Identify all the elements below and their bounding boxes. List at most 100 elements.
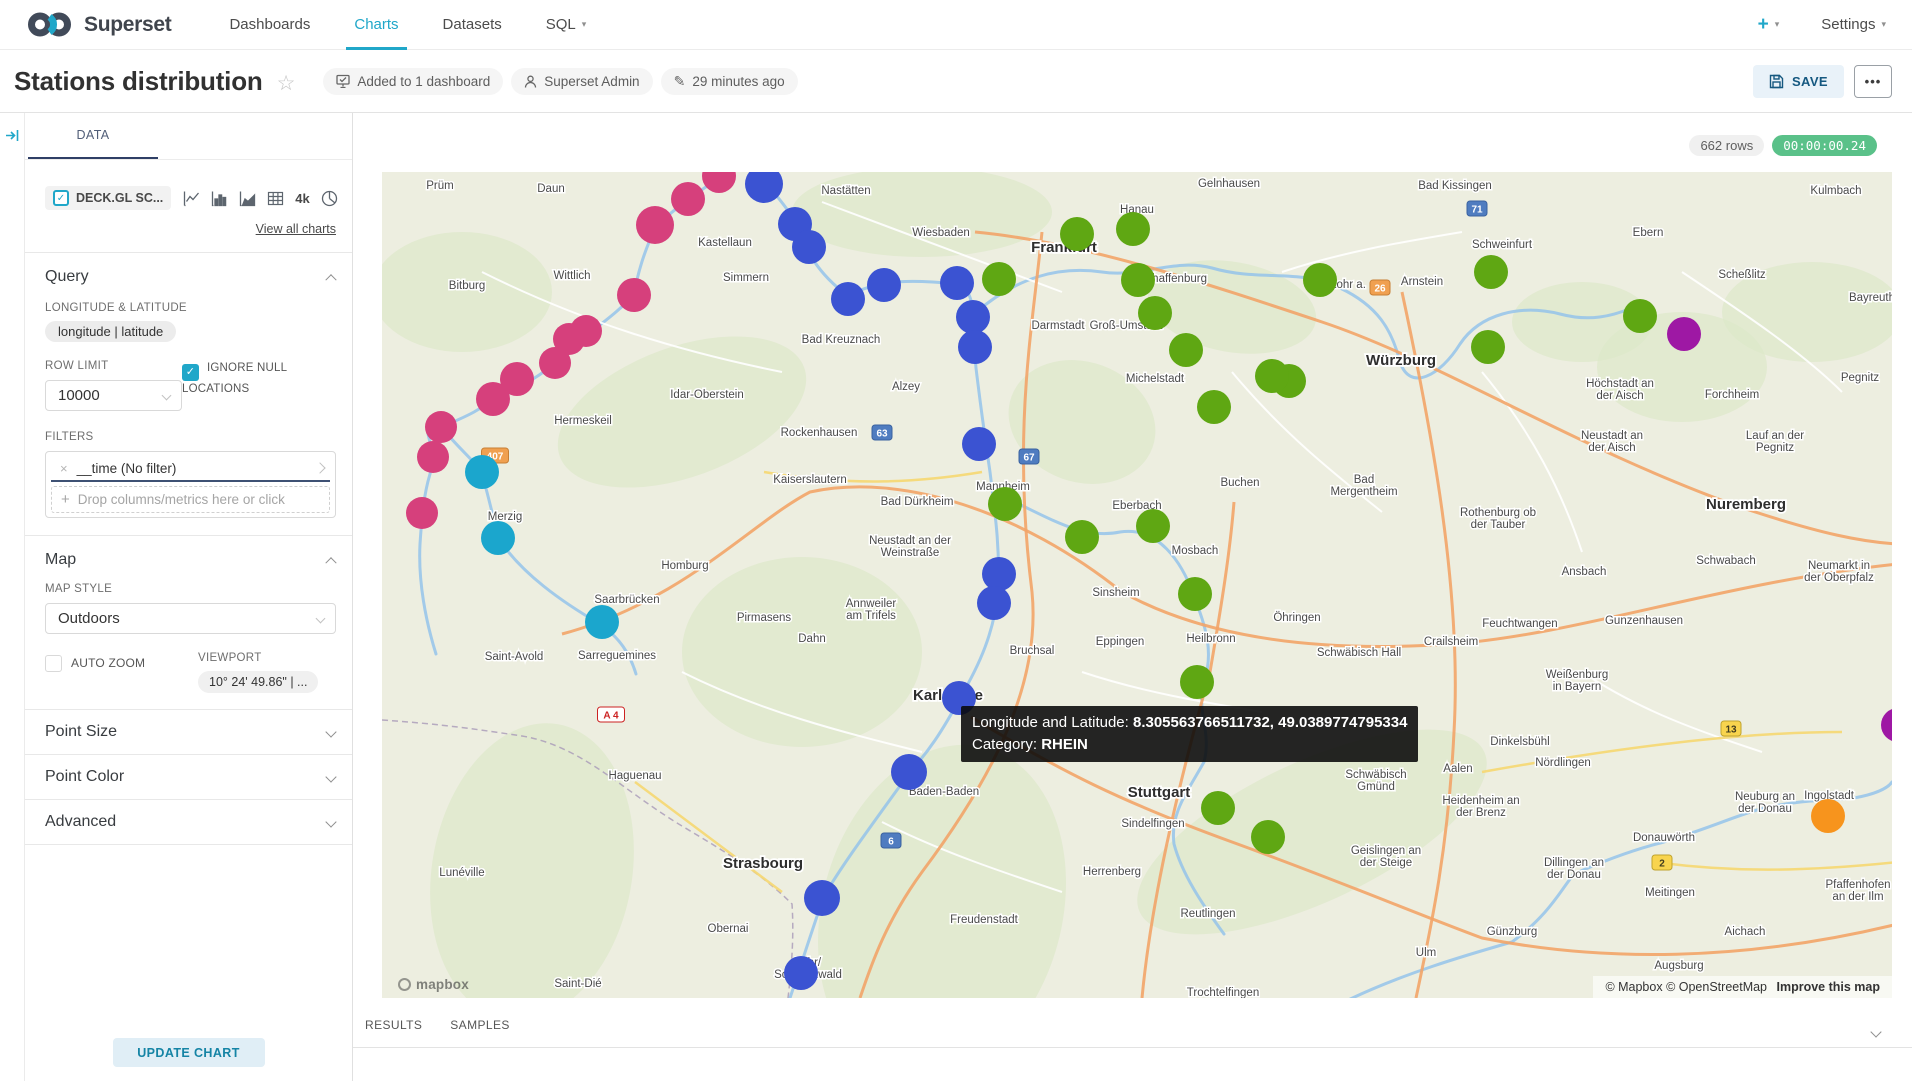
scatter-point-blue: [940, 266, 974, 300]
advanced-section[interactable]: Advanced: [25, 800, 352, 844]
chart-area: 662 rows 00:00:00.24 PrümDaunNastättenGe…: [353, 113, 1912, 1081]
svg-text:Würzburg: Würzburg: [1366, 352, 1436, 369]
new-item-button[interactable]: + ▾: [1758, 15, 1780, 34]
superset-brand[interactable]: Superset: [24, 11, 171, 38]
svg-text:Arnstein: Arnstein: [1401, 276, 1443, 288]
svg-text:Scheßlitz: Scheßlitz: [1718, 269, 1766, 281]
expand-right-icon[interactable]: [5, 128, 20, 143]
road-shield: 13: [1721, 721, 1741, 736]
scatter-point-green: [1471, 330, 1505, 364]
svg-text:Bayreuth: Bayreuth: [1849, 292, 1892, 304]
svg-text:Augsburg: Augsburg: [1654, 960, 1703, 972]
table-icon[interactable]: [267, 190, 284, 207]
svg-text:Freudenstadt: Freudenstadt: [950, 914, 1019, 926]
deckgl-scatter-map[interactable]: PrümDaunNastättenGelnhausenBad Kissingen…: [382, 172, 1892, 998]
favorite-star-icon[interactable]: ☆: [277, 71, 296, 96]
tab-samples[interactable]: SAMPLES: [450, 1018, 510, 1047]
svg-text:Nastätten: Nastätten: [821, 185, 870, 197]
nav-datasets[interactable]: Datasets: [421, 0, 524, 49]
svg-text:Alzey: Alzey: [892, 381, 920, 393]
query-timer-badge: 00:00:00.24: [1772, 135, 1877, 156]
nav-charts[interactable]: Charts: [332, 0, 420, 49]
chevron-up-icon: [325, 274, 336, 285]
map-style-select[interactable]: Outdoors: [45, 603, 336, 634]
svg-text:Nuremberg: Nuremberg: [1706, 496, 1786, 513]
svg-text:Dillingen ander Donau: Dillingen ander Donau: [1544, 857, 1604, 881]
lonlat-chip[interactable]: longitude | latitude: [45, 321, 176, 342]
map-style-label: MAP STYLE: [45, 583, 336, 595]
mapbox-logo[interactable]: mapbox: [398, 977, 469, 992]
update-chart-button[interactable]: UPDATE CHART: [113, 1038, 265, 1067]
road-shield: A 4: [598, 707, 625, 722]
filter-drop-zone[interactable]: + Drop columns/metrics here or click: [51, 486, 330, 513]
dashboard-icon: [336, 74, 350, 88]
mapbox-ring-icon: [398, 978, 411, 991]
header-actions: SAVE •••: [1753, 65, 1892, 98]
viz-type-chip[interactable]: ✓ DECK.GL SC...: [45, 186, 171, 210]
svg-text:Sarreguemines: Sarreguemines: [578, 650, 656, 662]
svg-text:Aalen: Aalen: [1443, 763, 1472, 775]
tab-results[interactable]: RESULTS: [365, 1018, 422, 1047]
auto-zoom-label: AUTO ZOOM: [71, 655, 145, 672]
row-limit-label: ROW LIMIT: [45, 360, 182, 372]
svg-text:Homburg: Homburg: [661, 560, 708, 572]
data-panel-collapse-button[interactable]: [1872, 1023, 1880, 1041]
auto-zoom-checkbox[interactable]: [45, 655, 62, 672]
scatter-point-green: [1303, 263, 1337, 297]
bar-chart-icon[interactable]: [211, 190, 228, 207]
filter-chip-time[interactable]: × __time (No filter): [51, 456, 330, 482]
scatter-point-green: [1169, 333, 1203, 367]
query-section-header[interactable]: Query: [25, 253, 352, 296]
pie-chart-icon[interactable]: [321, 190, 338, 207]
save-button[interactable]: SAVE: [1753, 65, 1844, 98]
header-badges: Added to 1 dashboard Superset Admin ✎ 29…: [323, 68, 797, 95]
svg-text:Neustadt ander Aisch: Neustadt ander Aisch: [1581, 430, 1643, 454]
close-icon[interactable]: ×: [51, 461, 77, 476]
more-options-button[interactable]: •••: [1854, 65, 1892, 98]
scatter-point-cyan: [465, 455, 499, 489]
row-count-badge: 662 rows: [1689, 135, 1764, 156]
scatter-point-cyan: [585, 605, 619, 639]
scatter-point-green: [1136, 509, 1170, 543]
area-chart-icon[interactable]: [239, 190, 256, 207]
chevron-up-icon: [325, 557, 336, 568]
svg-text:Öhringen: Öhringen: [1273, 612, 1320, 624]
svg-text:Eppingen: Eppingen: [1096, 636, 1145, 648]
scatter-point-green: [1474, 255, 1508, 289]
nav-items: Dashboards Charts Datasets SQL▾: [207, 0, 608, 49]
settings-menu[interactable]: Settings ▾: [1821, 16, 1886, 33]
point-size-section[interactable]: Point Size: [25, 710, 352, 754]
viz-type-row: ✓ DECK.GL SC... 4k: [45, 186, 336, 210]
user-icon: [524, 75, 537, 88]
svg-text:2: 2: [1659, 859, 1665, 870]
row-limit-select[interactable]: 10000: [45, 380, 182, 411]
svg-text:Neumarkt inder Oberpfalz: Neumarkt inder Oberpfalz: [1804, 560, 1874, 584]
ignore-null-checkbox[interactable]: ✓: [182, 364, 199, 381]
scatter-point-blue: [831, 282, 865, 316]
scatter-point-pink: [617, 278, 651, 312]
mapbox-attribution-link[interactable]: © Mapbox: [1605, 980, 1662, 994]
viewport-chip[interactable]: 10° 24' 49.86" | ...: [198, 671, 318, 693]
svg-text:Annweileram Trifels: Annweileram Trifels: [846, 598, 897, 622]
svg-text:Michelstadt: Michelstadt: [1126, 373, 1185, 385]
nav-sql[interactable]: SQL▾: [524, 0, 609, 49]
chevron-down-icon: [325, 771, 336, 782]
data-panel: RESULTS SAMPLES: [353, 1018, 1912, 1048]
improve-map-link[interactable]: Improve this map: [1777, 980, 1881, 994]
osm-attribution-link[interactable]: © OpenStreetMap: [1666, 980, 1767, 994]
line-chart-icon[interactable]: [183, 190, 200, 207]
data-panel-tabs: RESULTS SAMPLES: [353, 1018, 1912, 1048]
svg-text:63: 63: [876, 429, 888, 440]
tab-data[interactable]: DATA: [28, 113, 158, 159]
map-attribution: © Mapbox © OpenStreetMap Improve this ma…: [1593, 976, 1892, 998]
view-all-charts-link[interactable]: View all charts: [256, 222, 336, 236]
chevron-down-icon: [325, 816, 336, 827]
dashboard-count-badge[interactable]: Added to 1 dashboard: [323, 68, 503, 95]
viz-4k-shortcut[interactable]: 4k: [295, 191, 309, 206]
map-section-header[interactable]: Map: [25, 536, 352, 579]
point-color-section[interactable]: Point Color: [25, 755, 352, 799]
scatter-point-green: [1121, 263, 1155, 297]
nav-dashboards[interactable]: Dashboards: [207, 0, 332, 49]
panel-tabbar: DATA: [25, 113, 352, 160]
svg-text:Günzburg: Günzburg: [1487, 926, 1538, 938]
